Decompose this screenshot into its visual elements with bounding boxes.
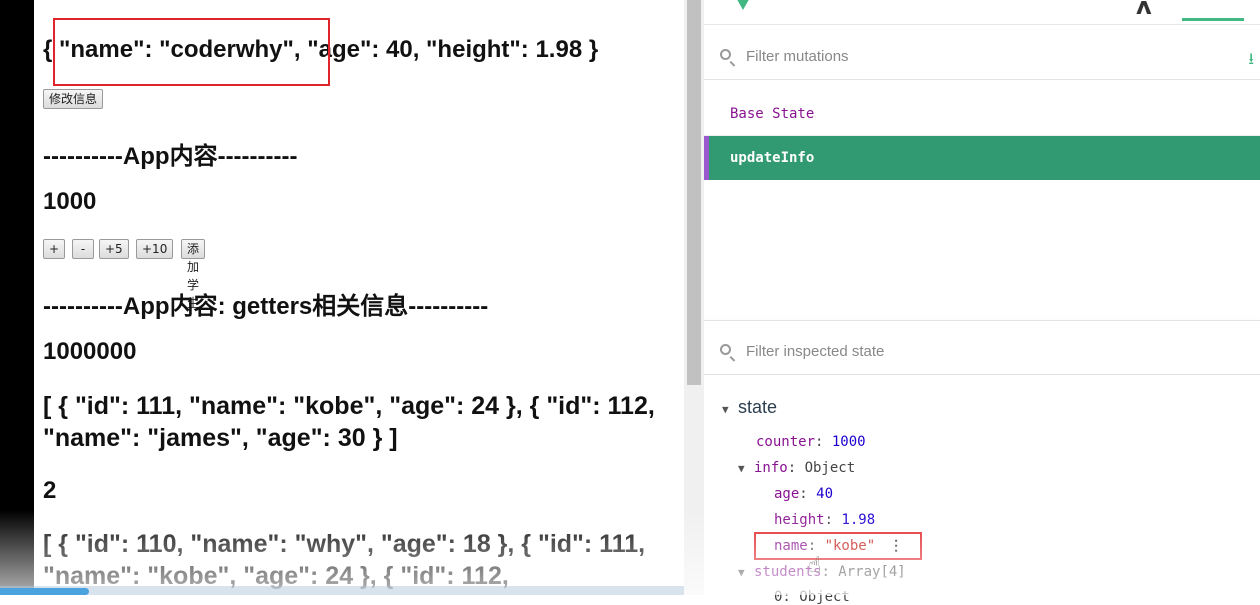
counter-value: 1000 — [43, 188, 97, 215]
state-row-students[interactable]: ▼ students: Array[4] — [738, 564, 906, 580]
state-row-counter[interactable]: counter: 1000 — [756, 434, 866, 450]
counter-value: 1000 — [831, 434, 866, 450]
state-row-height[interactable]: height: 1.98 — [774, 512, 875, 528]
all-students: [ { "id": 110, "name": "why", "age": 18 … — [43, 530, 646, 590]
decrement-button[interactable]: - — [72, 239, 94, 259]
app-content-heading: ----------App内容---------- — [43, 143, 298, 170]
video-progress-track[interactable] — [0, 586, 684, 595]
mutation-base-state[interactable]: Base State — [704, 92, 1260, 136]
filter-mutations-bar: ⭳ — [704, 36, 1260, 80]
expand-arrow-icon[interactable]: ▼ — [722, 403, 738, 416]
hand-cursor-icon: ☝ — [808, 552, 822, 577]
panel-divider[interactable] — [704, 320, 1260, 321]
state-row-student-0[interactable]: 0: Object — [774, 589, 850, 605]
height-value: 1.98 — [841, 512, 876, 528]
search-icon — [720, 49, 731, 60]
state-node[interactable]: ▼ state — [722, 397, 777, 418]
filtered-students: [ { "id": 111, "name": "kobe", "age": 24… — [43, 392, 655, 452]
more-vertical-icon[interactable]: ⋮ — [889, 538, 903, 554]
top-dashes: --- — [43, 0, 67, 12]
components-tab-icon[interactable]: ʌ — [1136, 0, 1152, 20]
info-key: info — [754, 460, 788, 476]
expand-arrow-icon[interactable]: ▼ — [738, 566, 754, 579]
download-icon[interactable]: ⭳ — [1248, 48, 1254, 75]
video-progress-bar[interactable] — [0, 588, 89, 595]
page-scrollbar[interactable] — [684, 0, 704, 595]
name-value[interactable]: "kobe" — [825, 538, 876, 554]
state-row-age[interactable]: age: 40 — [774, 486, 833, 502]
app-page: --- { "name": "coderwhy", "age": 40, "he… — [34, 0, 684, 595]
expand-arrow-icon[interactable]: ▼ — [738, 462, 754, 475]
students-type: Array[4] — [838, 564, 906, 580]
age-value: 40 — [816, 486, 834, 502]
add-five-button[interactable]: +5 — [99, 239, 129, 259]
info-json: { "name": "coderwhy", "age": 40, "height… — [43, 36, 599, 63]
student-0-row: 0: Object — [774, 589, 850, 605]
state-row-name[interactable]: name: "kobe" ⋮ — [774, 538, 903, 554]
mutation-update-info[interactable]: updateInfo — [704, 136, 1260, 180]
modify-info-button[interactable]: 修改信息 — [43, 89, 104, 109]
filter-state-bar — [704, 331, 1260, 375]
increment-button[interactable]: + — [43, 239, 65, 259]
getters-heading: ----------App内容: getters相关信息---------- — [43, 293, 489, 320]
state-row-info[interactable]: ▼ info: Object — [738, 460, 855, 476]
state-label: state — [738, 397, 778, 417]
height-key: height — [774, 512, 825, 528]
add-student-button[interactable]: 添加学生 — [181, 239, 206, 310]
vuex-tab-indicator[interactable] — [1182, 18, 1244, 21]
vue-devtools-panel: ʌ ⭳ Base State updateInfo ▼state counter… — [704, 0, 1260, 605]
info-type: Object — [804, 460, 856, 476]
counter-key: counter — [756, 434, 816, 450]
name-key: name — [774, 538, 808, 554]
left-black-bar — [0, 0, 34, 595]
filter-state-input[interactable] — [744, 342, 1148, 361]
devtools-toolbar: ʌ — [704, 0, 1260, 25]
add-ten-button[interactable]: +10 — [136, 239, 174, 259]
scrollbar-thumb[interactable] — [687, 0, 701, 385]
filtered-students-count: 2 — [43, 477, 57, 504]
filter-mutations-input[interactable] — [744, 47, 1148, 66]
search-icon — [720, 344, 731, 355]
vue-logo-icon — [734, 0, 752, 10]
age-key: age — [774, 486, 800, 502]
power-counter-value: 1000000 — [43, 338, 137, 365]
